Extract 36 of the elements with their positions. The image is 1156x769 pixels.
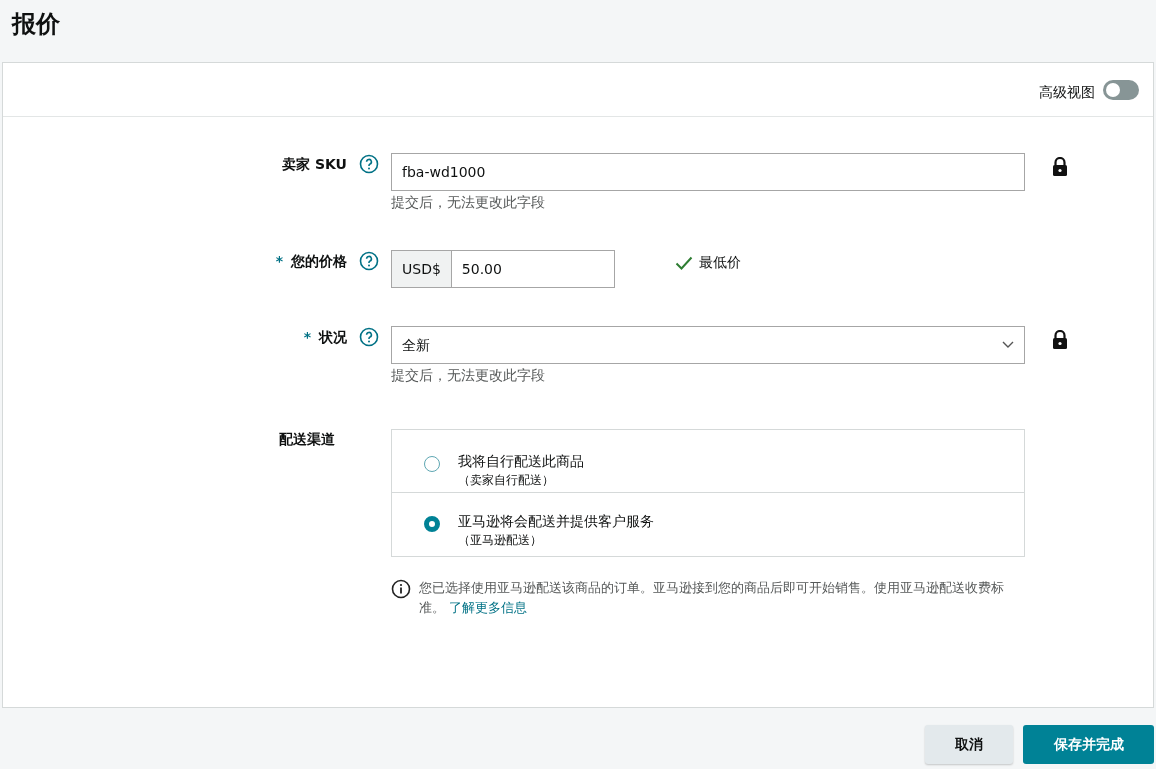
field-label: 您的价格 <box>291 252 347 271</box>
field-hint: 提交后，无法更改此字段 <box>391 366 546 385</box>
required-mark: * <box>303 328 311 347</box>
save-button[interactable]: 保存并完成 <box>1023 725 1154 764</box>
fulfillment-note: 您已选择使用亚马逊配送该商品的订单。亚马逊接到您的商品后即可开始销售。使用亚马逊配送收费标准。 了解更多信息 <box>419 579 1005 617</box>
help-icon[interactable] <box>359 327 379 347</box>
lock-icon <box>1052 157 1068 177</box>
option-title: 我将自行配送此商品 <box>458 452 584 471</box>
radio-button[interactable] <box>424 516 440 532</box>
radio-button[interactable] <box>424 456 440 472</box>
help-icon[interactable] <box>359 251 379 271</box>
condition-select[interactable]: 全新 <box>391 326 1025 364</box>
fulfillment-option[interactable]: 我将自行配送此商品 （卖家自行配送） <box>392 430 1024 493</box>
cancel-button[interactable]: 取消 <box>925 725 1013 764</box>
info-icon <box>391 579 411 599</box>
option-title: 亚马逊将会配送并提供客户服务 <box>458 512 654 531</box>
option-subtitle: （卖家自行配送） <box>458 472 555 489</box>
currency-prefix: USD$ <box>391 250 452 288</box>
chevron-down-icon <box>1002 341 1014 349</box>
field-label: 状况 <box>319 328 347 347</box>
lock-icon <box>1052 330 1068 350</box>
required-mark: * <box>275 252 283 271</box>
price-status: 最低价 <box>699 253 741 272</box>
learn-more-link[interactable]: 了解更多信息 <box>449 600 528 615</box>
sku-input-field[interactable]: fba-wd1000 <box>391 153 1025 191</box>
page-title: 报价 <box>12 9 60 40</box>
field-label: 配送渠道 <box>279 430 335 449</box>
advanced-view-label: 高级视图 <box>1039 83 1095 102</box>
advanced-view-toggle[interactable] <box>1103 79 1139 100</box>
field-hint: 提交后，无法更改此字段 <box>391 193 546 212</box>
option-subtitle: （亚马逊配送） <box>458 532 543 549</box>
help-icon[interactable] <box>359 154 379 174</box>
fulfillment-option[interactable]: 亚马逊将会配送并提供客户服务 （亚马逊配送） <box>392 493 1024 556</box>
price-input-field[interactable]: 50.00 <box>451 250 615 288</box>
field-label: 卖家 SKU <box>282 155 347 174</box>
check-icon <box>675 255 693 270</box>
